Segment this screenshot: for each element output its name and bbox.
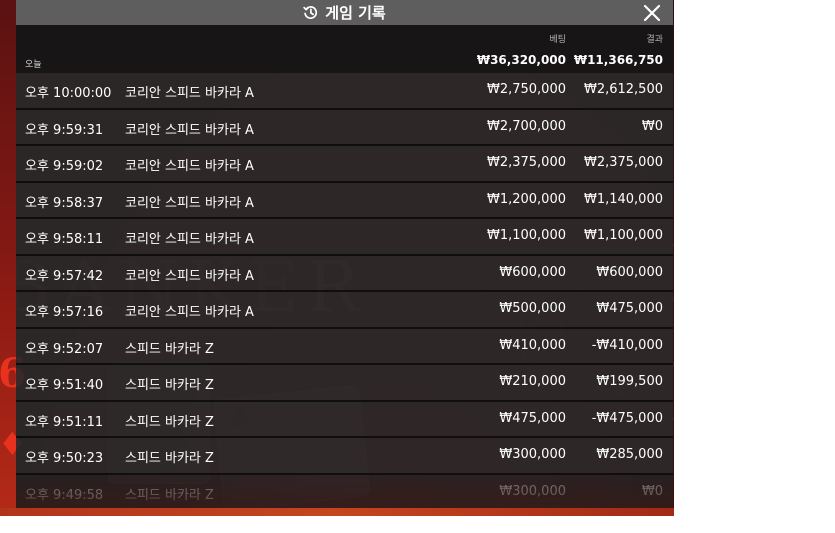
history-row[interactable]: 오후 9:57:16 코리안 스피드 바카라 A ₩500,000 ₩475,0… [16,292,673,329]
row-result: ₩0 [641,118,663,134]
history-list: 오후 10:00:00 코리안 스피드 바카라 A ₩2,750,000 ₩2,… [16,73,673,508]
history-row[interactable]: 오후 9:59:31 코리안 스피드 바카라 A ₩2,700,000 ₩0 [16,109,673,146]
row-game: 스피드 바카라 Z [125,414,214,430]
column-header-bet: 베팅 [549,35,566,45]
row-time: 오후 9:58:37 [25,195,104,211]
row-result: ₩600,000 [596,264,663,280]
row-time: 오후 9:59:02 [25,159,104,174]
row-time: 오후 9:51:11 [25,414,104,430]
row-time: 오후 9:49:58 [25,487,104,503]
row-time: 오후 10:00:00 [25,86,112,101]
table-bottom-strip [0,508,674,516]
row-game: 코리안 스피드 바카라 A [125,268,254,284]
history-row[interactable]: 오후 9:52:07 스피드 바카라 Z ₩410,000 -₩410,000 [16,328,673,365]
row-result: ₩199,500 [596,374,663,389]
history-row[interactable]: 오후 9:49:58 스피드 바카라 Z ₩300,000 ₩0 [16,474,673,508]
game-history-modal: 게임 기록 베팅 결과 오늘 ₩36,320,000 ₩11,366,750 오… [16,0,673,508]
row-game: 스피드 바카라 Z [125,451,214,466]
close-icon [643,4,661,21]
row-game: 코리안 스피드 바카라 A [125,195,254,211]
row-bet: ₩300,000 [499,447,566,462]
row-game: 스피드 바카라 Z [125,378,214,393]
left-edge-strip: 6 ♦ [0,0,27,516]
row-bet: ₩2,750,000 [486,82,566,97]
row-time: 오후 9:57:42 [25,268,104,284]
title-group: 게임 기록 [16,0,673,25]
row-bet: ₩600,000 [499,264,566,280]
column-header-result: 결과 [646,35,663,45]
row-result: ₩1,140,000 [583,191,663,207]
history-icon [303,5,318,20]
row-result: ₩285,000 [596,447,663,462]
row-game: 스피드 바카라 Z [125,341,214,357]
total-result: ₩11,366,750 [573,53,663,67]
row-result: ₩2,612,500 [583,82,663,97]
total-bet: ₩36,320,000 [476,53,566,67]
today-label: 오늘 [25,60,42,70]
row-result: ₩0 [641,483,663,499]
row-game: 코리안 스피드 바카라 A [125,159,254,174]
row-bet: ₩2,700,000 [486,118,566,134]
row-result: -₩410,000 [591,337,663,353]
history-row[interactable]: 오후 9:51:11 스피드 바카라 Z ₩475,000 -₩475,000 [16,401,673,438]
row-time: 오후 9:52:07 [25,341,104,357]
row-result: ₩475,000 [596,301,663,316]
row-result: ₩2,375,000 [583,155,663,170]
row-game: 코리안 스피드 바카라 A [125,122,254,138]
modal-title-bar: 게임 기록 [16,0,673,25]
history-row[interactable]: 오후 9:50:23 스피드 바카라 Z ₩300,000 ₩285,000 [16,438,673,475]
row-game: 코리안 스피드 바카라 A [125,86,254,101]
row-game: 코리안 스피드 바카라 A [125,305,254,320]
row-bet: ₩1,200,000 [486,191,566,207]
row-bet: ₩1,100,000 [486,228,566,243]
history-row[interactable]: 오후 9:57:42 코리안 스피드 바카라 A ₩600,000 ₩600,0… [16,255,673,292]
row-bet: ₩500,000 [499,301,566,316]
history-row[interactable]: 오후 10:00:00 코리안 스피드 바카라 A ₩2,750,000 ₩2,… [16,73,673,110]
history-row[interactable]: 오후 9:51:40 스피드 바카라 Z ₩210,000 ₩199,500 [16,365,673,402]
row-bet: ₩410,000 [499,337,566,353]
row-game: 코리안 스피드 바카라 A [125,232,254,247]
row-bet: ₩300,000 [499,483,566,499]
row-time: 오후 9:58:11 [25,232,104,247]
history-row[interactable]: 오후 9:59:02 코리안 스피드 바카라 A ₩2,375,000 ₩2,3… [16,146,673,183]
modal-title: 게임 기록 [325,4,386,22]
summary-header: 베팅 결과 오늘 ₩36,320,000 ₩11,366,750 [16,25,673,73]
row-time: 오후 9:51:40 [25,378,104,393]
row-bet: ₩2,375,000 [486,155,566,170]
row-time: 오후 9:50:23 [25,451,104,466]
row-time: 오후 9:59:31 [25,122,104,138]
history-row[interactable]: 오후 9:58:11 코리안 스피드 바카라 A ₩1,100,000 ₩1,1… [16,219,673,256]
row-time: 오후 9:57:16 [25,305,104,320]
row-result: -₩475,000 [591,410,663,426]
row-bet: ₩475,000 [499,410,566,426]
close-button[interactable] [641,0,663,25]
row-bet: ₩210,000 [499,374,566,389]
history-row[interactable]: 오후 9:58:37 코리안 스피드 바카라 A ₩1,200,000 ₩1,1… [16,182,673,219]
game-background: BANKER 8 9 ♣ 7 ♣ 6 ♦ 게임 기록 [0,0,674,516]
row-game: 스피드 바카라 Z [125,487,214,503]
row-result: ₩1,100,000 [583,228,663,243]
